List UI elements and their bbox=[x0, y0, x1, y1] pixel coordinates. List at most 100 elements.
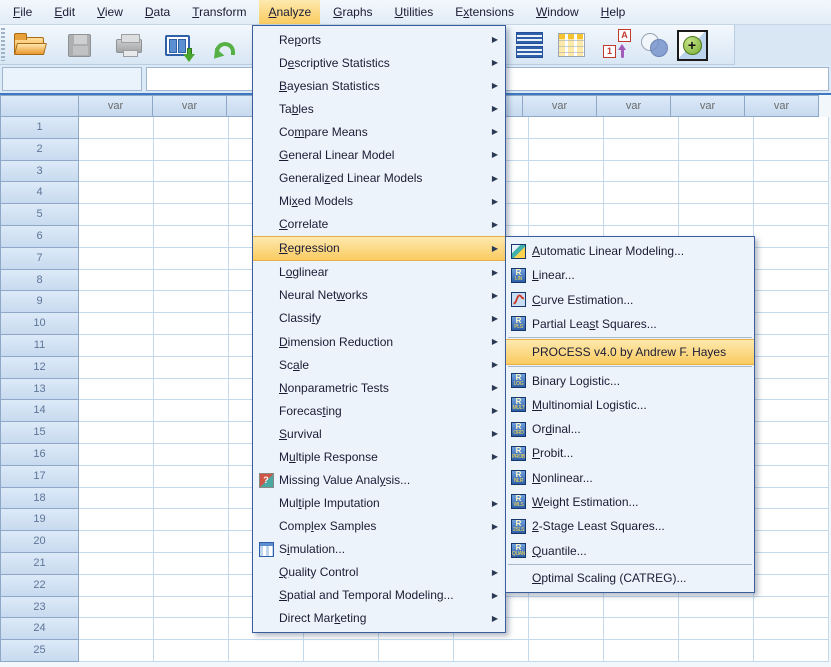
data-cell[interactable] bbox=[604, 597, 679, 619]
data-cell[interactable] bbox=[754, 422, 829, 444]
data-cell[interactable] bbox=[754, 139, 829, 161]
row-number-header[interactable]: 18 bbox=[0, 487, 79, 510]
data-cell[interactable] bbox=[154, 531, 229, 553]
data-cell[interactable] bbox=[79, 248, 154, 270]
row-number-header[interactable]: 2 bbox=[0, 138, 79, 161]
data-cell[interactable] bbox=[79, 509, 154, 531]
data-cell[interactable] bbox=[79, 182, 154, 204]
data-cell[interactable] bbox=[604, 161, 679, 183]
data-cell[interactable] bbox=[529, 618, 604, 640]
variables-button[interactable] bbox=[552, 27, 590, 63]
data-cell[interactable] bbox=[154, 422, 229, 444]
menu-item-spatial-and-temporal-modeling[interactable]: Spatial and Temporal Modeling...▶ bbox=[253, 584, 505, 607]
data-cell[interactable] bbox=[679, 161, 754, 183]
menubar-item-graphs[interactable]: Graphs bbox=[324, 0, 381, 24]
data-cell[interactable] bbox=[604, 182, 679, 204]
row-number-header[interactable]: 23 bbox=[0, 596, 79, 619]
menu-item-dimension-reduction[interactable]: Dimension Reduction▶ bbox=[253, 330, 505, 353]
data-cell[interactable] bbox=[754, 618, 829, 640]
submenu-item-process-v4-0-by-andrew-f-hayes[interactable]: PROCESS v4.0 by Andrew F. Hayes bbox=[506, 339, 754, 365]
menu-item-forecasting[interactable]: Forecasting▶ bbox=[253, 399, 505, 422]
data-cell[interactable] bbox=[754, 488, 829, 510]
menu-item-complex-samples[interactable]: Complex Samples▶ bbox=[253, 515, 505, 538]
data-cell[interactable] bbox=[154, 640, 229, 662]
value-labels-button[interactable]: A1 bbox=[598, 27, 636, 63]
data-cell[interactable] bbox=[754, 531, 829, 553]
data-cell[interactable] bbox=[679, 204, 754, 226]
menu-item-reports[interactable]: Reports▶ bbox=[253, 28, 505, 51]
data-cell[interactable] bbox=[754, 553, 829, 575]
data-cell[interactable] bbox=[679, 597, 754, 619]
data-cell[interactable] bbox=[79, 313, 154, 335]
menu-item-survival[interactable]: Survival▶ bbox=[253, 422, 505, 445]
data-cell[interactable] bbox=[754, 313, 829, 335]
menubar-item-analyze[interactable]: Analyze bbox=[259, 0, 320, 24]
data-cell[interactable] bbox=[79, 161, 154, 183]
row-number-header[interactable]: 5 bbox=[0, 203, 79, 226]
data-cell[interactable] bbox=[79, 488, 154, 510]
column-header-var[interactable]: var bbox=[596, 95, 671, 117]
data-cell[interactable] bbox=[79, 597, 154, 619]
submenu-item-curve-estimation[interactable]: Curve Estimation... bbox=[506, 288, 754, 312]
data-cell[interactable] bbox=[154, 335, 229, 357]
data-cell[interactable] bbox=[79, 400, 154, 422]
row-number-header[interactable]: 13 bbox=[0, 378, 79, 401]
data-cell[interactable] bbox=[79, 422, 154, 444]
data-cell[interactable] bbox=[304, 640, 379, 662]
data-cell[interactable] bbox=[229, 640, 304, 662]
data-cell[interactable] bbox=[529, 139, 604, 161]
menu-item-general-linear-model[interactable]: General Linear Model▶ bbox=[253, 143, 505, 166]
menubar-item-data[interactable]: Data bbox=[136, 0, 179, 24]
data-cell[interactable] bbox=[154, 226, 229, 248]
menu-item-mixed-models[interactable]: Mixed Models▶ bbox=[253, 190, 505, 213]
data-cell[interactable] bbox=[604, 204, 679, 226]
data-cell[interactable] bbox=[79, 335, 154, 357]
column-header-var[interactable]: var bbox=[152, 95, 227, 117]
data-cell[interactable] bbox=[529, 117, 604, 139]
data-cell[interactable] bbox=[79, 357, 154, 379]
data-cell[interactable] bbox=[679, 182, 754, 204]
row-number-header[interactable]: 24 bbox=[0, 617, 79, 640]
menu-item-regression[interactable]: Regression▶ bbox=[253, 236, 505, 261]
grid-corner-cell[interactable] bbox=[0, 95, 79, 117]
column-header-var[interactable]: var bbox=[78, 95, 153, 117]
row-number-header[interactable]: 9 bbox=[0, 290, 79, 313]
data-cell[interactable] bbox=[154, 357, 229, 379]
data-cell[interactable] bbox=[154, 117, 229, 139]
split-file-button[interactable] bbox=[510, 27, 548, 63]
data-cell[interactable] bbox=[79, 640, 154, 662]
column-header-var[interactable]: var bbox=[670, 95, 745, 117]
data-cell[interactable] bbox=[754, 466, 829, 488]
menu-item-neural-networks[interactable]: Neural Networks▶ bbox=[253, 284, 505, 307]
row-number-header[interactable]: 25 bbox=[0, 639, 79, 662]
submenu-item-automatic-linear-modeling[interactable]: Automatic Linear Modeling... bbox=[506, 239, 754, 263]
submenu-item-probit[interactable]: RPROBProbit... bbox=[506, 441, 754, 465]
row-number-header[interactable]: 15 bbox=[0, 421, 79, 444]
data-cell[interactable] bbox=[154, 139, 229, 161]
row-number-header[interactable]: 20 bbox=[0, 530, 79, 553]
submenu-item-binary-logistic[interactable]: RLOGBinary Logistic... bbox=[506, 368, 754, 392]
data-cell[interactable] bbox=[754, 400, 829, 422]
row-number-header[interactable]: 4 bbox=[0, 181, 79, 204]
data-cell[interactable] bbox=[454, 640, 529, 662]
menubar-item-help[interactable]: Help bbox=[592, 0, 635, 24]
data-cell[interactable] bbox=[379, 640, 454, 662]
data-cell[interactable] bbox=[154, 182, 229, 204]
custom-dialogs-button[interactable]: + bbox=[673, 27, 711, 63]
row-number-header[interactable]: 12 bbox=[0, 356, 79, 379]
data-cell[interactable] bbox=[154, 204, 229, 226]
row-number-header[interactable]: 3 bbox=[0, 160, 79, 183]
data-cell[interactable] bbox=[529, 204, 604, 226]
data-cell[interactable] bbox=[754, 248, 829, 270]
submenu-item-multinomial-logistic[interactable]: RMULTMultinomial Logistic... bbox=[506, 393, 754, 417]
menu-item-tables[interactable]: Tables▶ bbox=[253, 97, 505, 120]
menubar-item-window[interactable]: Window bbox=[527, 0, 588, 24]
menu-item-classify[interactable]: Classify▶ bbox=[253, 307, 505, 330]
data-cell[interactable] bbox=[529, 597, 604, 619]
row-number-header[interactable]: 17 bbox=[0, 465, 79, 488]
menubar-item-transform[interactable]: Transform bbox=[183, 0, 255, 24]
data-cell[interactable] bbox=[754, 597, 829, 619]
menu-item-simulation[interactable]: Simulation... bbox=[253, 538, 505, 561]
row-number-header[interactable]: 6 bbox=[0, 225, 79, 248]
data-cell[interactable] bbox=[154, 444, 229, 466]
